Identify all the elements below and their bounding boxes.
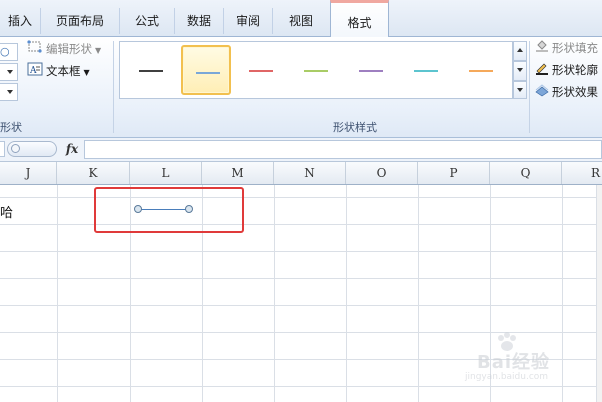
chevron-down-icon: ▼ — [95, 46, 102, 55]
gridline — [274, 185, 275, 402]
line-style-preview — [304, 70, 328, 72]
shape-style-swatch-2[interactable] — [181, 45, 231, 95]
text-box-label: 文本框 — [46, 64, 81, 78]
gridline — [0, 386, 602, 387]
name-box-fragment[interactable] — [0, 141, 5, 157]
line-style-preview — [196, 72, 220, 74]
column-headers: J K L M N O P Q R — [0, 162, 602, 185]
shape-style-swatch-1[interactable] — [126, 45, 176, 95]
edit-shape-button[interactable]: 编辑形状 ▼ — [27, 40, 101, 58]
column-header-p[interactable]: P — [418, 162, 490, 184]
shape-effects-button[interactable]: 形状效果 — [535, 83, 598, 101]
gridline — [418, 185, 419, 402]
red-highlight-box — [94, 187, 244, 233]
gallery-scroll-up[interactable] — [513, 41, 527, 61]
insert-function-button[interactable]: fx — [62, 141, 82, 157]
column-header-q[interactable]: Q — [490, 162, 562, 184]
insert-shapes-group-label: 形状 — [0, 121, 22, 134]
line-style-preview — [469, 70, 493, 72]
chevron-down-icon: ▼ — [83, 68, 90, 77]
formula-bar: fx — [0, 138, 602, 162]
line-style-preview — [249, 70, 273, 72]
shape-effects-icon — [535, 83, 549, 102]
line-style-preview — [139, 70, 163, 72]
gallery-expand[interactable] — [513, 81, 527, 99]
shape-icon-fragment: ○ — [0, 45, 10, 58]
shape-styles-group-label: 形状样式 — [333, 121, 377, 134]
formula-bar-controls[interactable] — [7, 141, 57, 157]
vertical-scrollbar[interactable] — [596, 185, 602, 402]
shape-style-swatch-7[interactable] — [456, 45, 506, 95]
column-header-l[interactable]: L — [130, 162, 202, 184]
shape-fill-label: 形状填充 — [552, 41, 598, 55]
gridline — [0, 278, 602, 279]
gridline — [57, 185, 58, 402]
shape-style-swatch-3[interactable] — [236, 45, 286, 95]
edit-shape-icon — [27, 40, 43, 59]
tab-page-layout[interactable]: 页面布局 — [41, 8, 120, 34]
shape-fill-button[interactable]: 形状填充 — [535, 39, 598, 57]
gridline — [0, 251, 602, 252]
shape-style-swatch-4[interactable] — [291, 45, 341, 95]
column-header-r[interactable]: R — [562, 162, 602, 184]
column-header-n[interactable]: N — [274, 162, 346, 184]
gridline — [0, 305, 602, 306]
column-header-j[interactable]: J — [0, 162, 57, 184]
ribbon-tab-bar: 插入 页面布局 公式 数据 审阅 视图 格式 — [0, 0, 602, 37]
tab-review[interactable]: 审阅 — [224, 8, 273, 34]
watermark: Bai经验 jingyan.baidu.com — [455, 330, 595, 386]
gridline — [0, 224, 602, 225]
circle-icon — [11, 144, 20, 153]
shape-outline-label: 形状轮廓 — [552, 63, 598, 77]
pencil-icon — [535, 61, 549, 80]
text-box-icon: A — [27, 62, 43, 81]
shape-gallery-expand-fragment[interactable] — [0, 83, 18, 101]
column-header-k[interactable]: K — [57, 162, 130, 184]
shape-style-swatch-6[interactable] — [401, 45, 451, 95]
shape-effects-label: 形状效果 — [552, 85, 598, 99]
paint-bucket-icon — [535, 39, 549, 58]
group-separator — [529, 41, 530, 133]
shape-style-swatch-5[interactable] — [346, 45, 396, 95]
text-box-button[interactable]: A 文本框 ▼ — [27, 62, 90, 80]
svg-text:A: A — [29, 66, 37, 76]
tab-format[interactable]: 格式 — [330, 0, 389, 37]
column-header-m[interactable]: M — [202, 162, 274, 184]
gridline — [0, 197, 602, 198]
shape-outline-button[interactable]: 形状轮廓 — [535, 61, 598, 79]
column-header-o[interactable]: O — [346, 162, 418, 184]
tab-insert[interactable]: 插入 — [0, 8, 41, 34]
shape-style-gallery — [119, 41, 513, 99]
watermark-brand: Bai经验 — [477, 352, 551, 373]
watermark-url: jingyan.baidu.com — [465, 372, 549, 382]
line-style-preview — [414, 70, 438, 72]
gridline — [346, 185, 347, 402]
ribbon-body: ○ 编辑形状 ▼ A 文本框 ▼ 形状 形状样式 形状填充 形状轮廓 形状效果 — [0, 37, 602, 138]
edit-shape-label: 编辑形状 — [46, 42, 92, 56]
tab-view[interactable]: 视图 — [273, 8, 329, 34]
line-style-preview — [359, 70, 383, 72]
shape-gallery-more-fragment[interactable] — [0, 63, 18, 81]
cell-j-text: 哈 — [0, 206, 14, 221]
gallery-scroll-down[interactable] — [513, 61, 527, 81]
formula-input[interactable] — [84, 140, 602, 159]
tab-data[interactable]: 数据 — [175, 8, 224, 34]
shape-gallery-scroll-fragment[interactable]: ○ — [0, 43, 18, 61]
tab-formulas[interactable]: 公式 — [120, 8, 175, 34]
group-separator — [113, 41, 114, 133]
